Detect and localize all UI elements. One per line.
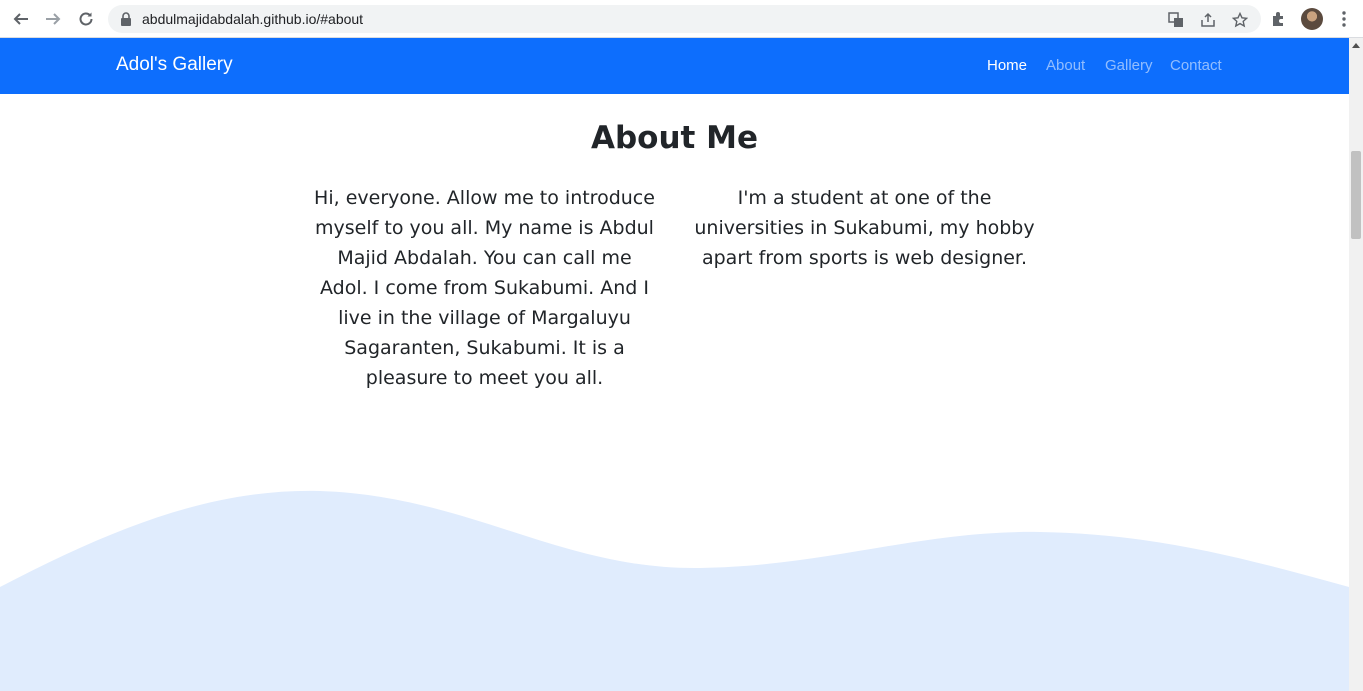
reload-icon: [79, 12, 93, 26]
star-icon: [1232, 12, 1248, 28]
back-button[interactable]: [9, 7, 33, 31]
decorative-wave: [0, 490, 1349, 691]
url-text: abdulmajidabdalah.github.io/#about: [142, 11, 364, 27]
share-button[interactable]: [1199, 11, 1217, 29]
extensions-icon: [1273, 12, 1283, 26]
reload-button[interactable]: [74, 7, 98, 31]
address-bar[interactable]: abdulmajidabdalah.github.io/#about: [108, 5, 1261, 33]
about-paragraph-right: I'm a student at one of the universities…: [694, 187, 1035, 269]
more-vert-icon: [1342, 11, 1346, 27]
scroll-thumb[interactable]: [1351, 151, 1361, 239]
page-scrollbar[interactable]: [1349, 38, 1363, 691]
forward-button[interactable]: [41, 7, 65, 31]
nav-link-home[interactable]: Home: [987, 57, 1027, 74]
nav-link-about[interactable]: About: [1046, 57, 1085, 74]
section-title: About Me: [590, 120, 759, 156]
brand-link[interactable]: Adol's Gallery: [116, 54, 233, 76]
lock-icon: [121, 12, 131, 26]
nav-link-gallery[interactable]: Gallery: [1105, 57, 1153, 74]
translate-button[interactable]: [1167, 11, 1185, 29]
extensions-button[interactable]: [1269, 9, 1289, 29]
back-arrow-icon: [13, 13, 28, 25]
profile-avatar[interactable]: [1301, 8, 1323, 30]
bookmark-button[interactable]: [1231, 11, 1249, 29]
site-navbar: Adol's Gallery Home About Gallery Contac…: [0, 38, 1349, 94]
forward-arrow-icon: [46, 13, 61, 25]
share-icon: [1201, 12, 1215, 27]
nav-link-contact[interactable]: Contact: [1170, 57, 1222, 74]
scroll-up-arrow-icon[interactable]: [1352, 42, 1360, 48]
browser-toolbar: abdulmajidabdalah.github.io/#about: [0, 0, 1363, 38]
about-paragraph-left: Hi, everyone. Allow me to introduce myse…: [314, 187, 655, 389]
translate-icon: [1168, 12, 1183, 27]
menu-button[interactable]: [1334, 9, 1354, 29]
